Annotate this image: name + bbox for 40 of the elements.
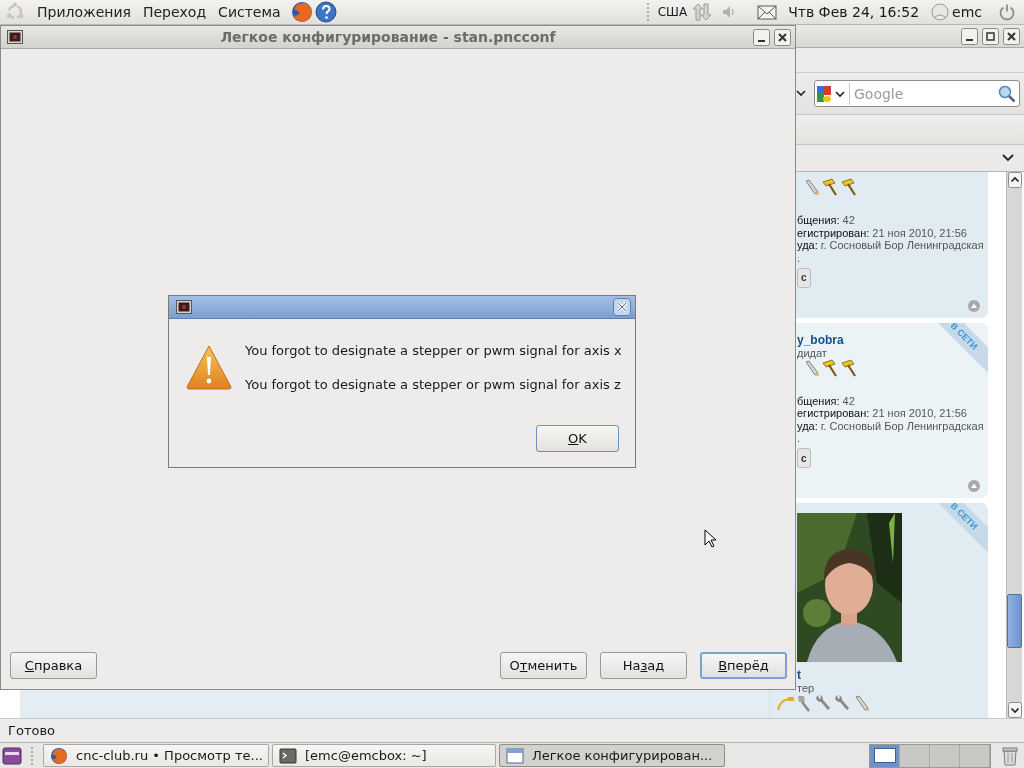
user-menu[interactable]: emc: [931, 3, 982, 21]
dialog-button[interactable]: Отменить: [500, 652, 587, 679]
profile-button[interactable]: с: [797, 267, 811, 288]
rank-title: тер: [797, 682, 815, 694]
panel-menu[interactable]: Приложения: [31, 4, 137, 20]
message-text: You forgot to designate a stepper or pwm signal for axis z: [245, 377, 622, 393]
panel-menu[interactable]: Система: [212, 4, 287, 20]
rank-title: дидат: [797, 346, 827, 359]
task-button[interactable]: cnc-club.ru • Просмотр те...: [43, 744, 269, 767]
username-link[interactable]: t: [797, 668, 801, 682]
field-label: егистрирован:: [797, 407, 870, 419]
profile-button[interactable]: с: [797, 448, 811, 468]
field-label: егистрирован:: [797, 226, 870, 239]
dialog-button[interactable]: Справка: [10, 652, 97, 679]
field-label: уда:: [797, 419, 818, 432]
dialog-button[interactable]: Назад: [600, 652, 687, 679]
field-value: 21 ноя 2010, 21:56: [872, 226, 967, 239]
field-label: бщения:: [797, 394, 840, 407]
field-value: г. Сосновый Бор Ленинградская: [820, 419, 984, 432]
dialog-button[interactable]: Вперёд: [700, 652, 787, 679]
field-value: .: [797, 251, 801, 264]
search-bar[interactable]: Google: [814, 80, 1020, 107]
field-label: уда:: [797, 239, 818, 251]
username-link[interactable]: y_bobra: [797, 332, 844, 347]
task-button[interactable]: Легкое конфигурирован...: [499, 744, 725, 767]
status-text: Готово: [8, 723, 56, 738]
keyboard-layout[interactable]: США: [657, 5, 688, 19]
field-value: г. Сосновый Бор Ленинградская: [820, 239, 984, 251]
field-value: 42: [842, 214, 855, 226]
clock[interactable]: Чтв Фев 24, 16:52: [788, 4, 920, 20]
field-label: бщения:: [797, 214, 840, 226]
field-value: 21 ноя 2010, 21:56: [872, 407, 967, 419]
field-value: .: [797, 432, 801, 444]
task-button[interactable]: [emc@emcbox: ~]: [272, 744, 496, 767]
message-text: You forgot to designate a stepper or pwm signal for axis x: [245, 343, 622, 359]
ok-button[interactable]: OK: [536, 425, 619, 452]
panel-menu[interactable]: Переход: [136, 4, 213, 20]
window-title: Легкое конфигурирование - stan.pncconf: [219, 29, 557, 45]
field-value: 42: [842, 394, 855, 407]
search-field[interactable]: Google: [854, 85, 998, 102]
